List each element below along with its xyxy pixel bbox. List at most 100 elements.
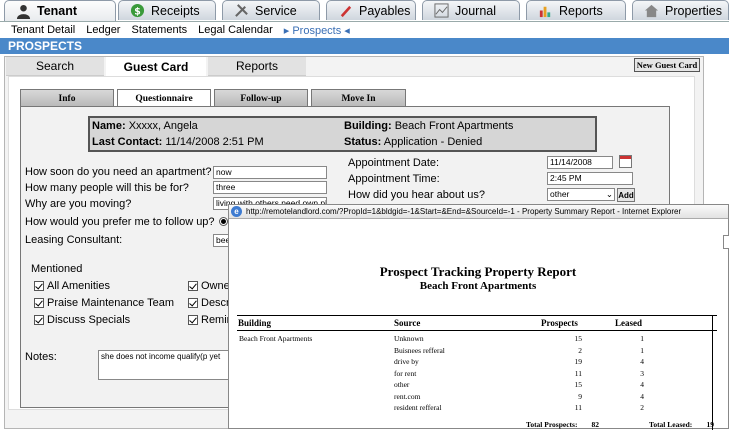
tab-reports[interactable]: Reports <box>526 0 626 20</box>
appointment-time-input[interactable]: 2:45 PM <box>547 172 633 185</box>
report-subtitle: Beach Front Apartments <box>419 280 537 292</box>
table-right-border <box>712 315 713 430</box>
name-value: Xxxxx, Angela <box>128 120 198 132</box>
row-prospects: 19 <box>574 357 583 366</box>
appointment-date-label: Appointment Date: <box>348 157 440 169</box>
tab-move-in[interactable]: Move In <box>311 89 406 107</box>
tab-tenant[interactable]: Tenant <box>4 0 116 21</box>
mentioned-discuss-specials[interactable]: Discuss Specials <box>34 314 130 326</box>
mentioned-describe[interactable]: Descr <box>188 297 230 309</box>
heard-about-select[interactable]: other ⌄ <box>547 188 615 201</box>
checkbox-checked-icon[interactable] <box>188 281 198 291</box>
row-leased: 1 <box>640 346 644 355</box>
total-prospects-value: 82 <box>591 420 600 429</box>
subnav-tenant-detail[interactable]: Tenant Detail <box>11 24 75 36</box>
answer-people-count-input[interactable]: three <box>213 181 327 194</box>
tab-payables-label: Payables <box>359 3 411 18</box>
tab-properties-label: Properties <box>665 3 722 18</box>
main-tab-bar: Tenant $ Receipts Service Payables Journ… <box>0 0 729 21</box>
checkbox-checked-icon[interactable] <box>34 315 44 325</box>
mentioned-remind-label: Remir <box>201 314 231 326</box>
row-prospects: 11 <box>574 369 582 378</box>
row-source: other <box>394 380 410 389</box>
tab-journal[interactable]: Journal <box>422 0 520 20</box>
tab-receipts-label: Receipts <box>151 3 200 18</box>
question-people-count: How many people will this be for? <box>25 182 189 194</box>
tab-service-label: Service <box>255 3 297 18</box>
tab-follow-up[interactable]: Follow-up <box>214 89 308 107</box>
tab-guest-card[interactable]: Guest Card <box>106 57 206 76</box>
mentioned-discuss-specials-label: Discuss Specials <box>47 314 131 326</box>
follow-up-radio[interactable] <box>219 217 228 226</box>
total-leased-value: 19 <box>706 420 715 429</box>
question-follow-up: How would you prefer me to follow up? <box>25 216 215 228</box>
header-rule <box>237 315 717 316</box>
house-icon <box>643 3 659 19</box>
add-source-button[interactable]: Add <box>617 188 635 202</box>
person-icon <box>15 3 31 19</box>
row-source: resident refferal <box>394 403 442 412</box>
subnav-legal-calendar[interactable]: Legal Calendar <box>198 24 273 36</box>
mentioned-owner[interactable]: Owne <box>188 280 230 292</box>
dollar-icon: $ <box>129 3 145 19</box>
new-guest-card-button[interactable]: New Guest Card <box>634 58 700 72</box>
mentioned-all-amenities-label: All Amenities <box>47 280 110 292</box>
subnav-prospects-label: Prospects <box>292 24 342 37</box>
col-header-prospects: Prospects <box>541 318 578 328</box>
mentioned-label: Mentioned <box>31 263 83 275</box>
row-source: drive by <box>394 357 419 366</box>
row-leased: 4 <box>640 357 644 366</box>
mentioned-praise-maintenance[interactable]: Praise Maintenance Team <box>34 297 174 309</box>
subnav-prospects[interactable]: ▸ Prospects ◂ <box>284 24 350 37</box>
row-leased: 3 <box>640 369 644 378</box>
tab-reports-secondary[interactable]: Reports <box>208 57 306 76</box>
col-header-source: Source <box>394 318 421 328</box>
tools-icon <box>233 3 249 19</box>
internet-explorer-icon: e <box>231 206 242 217</box>
appointment-date-input[interactable]: 11/14/2008 <box>547 156 613 169</box>
popup-title: http://remotelandlord.com/?PropId=1&bldg… <box>246 207 682 216</box>
mentioned-all-amenities[interactable]: All Amenities <box>34 280 110 292</box>
chevron-down-icon: ⌄ <box>605 189 613 199</box>
row-prospects: 15 <box>574 334 583 343</box>
checkbox-checked-icon[interactable] <box>188 315 198 325</box>
report-popup-window: e http://remotelandlord.com/?PropId=1&bld… <box>228 204 729 430</box>
col-header-leased: Leased <box>615 318 642 328</box>
report-title: Prospect Tracking Property Report <box>379 264 577 279</box>
subnav-ledger[interactable]: Ledger <box>86 24 120 36</box>
answer-move-date-input[interactable]: now <box>213 166 327 179</box>
mentioned-remind[interactable]: Remir <box>188 314 230 326</box>
row-source: Unknown <box>394 334 424 343</box>
tab-journal-label: Journal <box>455 3 496 18</box>
tab-search[interactable]: Search <box>6 57 104 76</box>
checkbox-checked-icon[interactable] <box>34 298 44 308</box>
last-contact-label: Last Contact: <box>92 136 163 148</box>
notes-textarea[interactable]: she does not income qualify(p yet <box>98 350 238 380</box>
question-moving-reason: Why are you moving? <box>25 198 132 210</box>
tab-reports-label: Reports <box>559 3 603 18</box>
tab-info[interactable]: Info <box>20 89 114 107</box>
row-source: for rent <box>394 369 417 378</box>
checkbox-checked-icon[interactable] <box>34 281 44 291</box>
tab-properties[interactable]: Properties <box>632 0 729 20</box>
tab-payables[interactable]: Payables <box>326 0 416 20</box>
question-move-date: How soon do you need an apartment? <box>25 166 212 178</box>
row-prospects: 15 <box>574 380 583 389</box>
popup-title-bar[interactable]: e http://remotelandlord.com/?PropId=1&bld… <box>229 205 728 219</box>
tab-service[interactable]: Service <box>222 0 320 20</box>
chart-icon <box>433 3 449 19</box>
checkbox-checked-icon[interactable] <box>188 298 198 308</box>
row-prospects: 9 <box>578 392 582 401</box>
building-label: Building: <box>344 120 392 132</box>
tab-receipts[interactable]: $ Receipts <box>118 0 216 20</box>
last-contact-value: 11/14/2008 2:51 PM <box>165 136 264 148</box>
total-prospects-label: Total Prospects: <box>526 420 578 429</box>
row-leased: 2 <box>640 403 644 412</box>
mentioned-describe-label: Descr <box>201 297 230 309</box>
notes-label: Notes: <box>25 351 57 363</box>
total-leased-label: Total Leased: <box>649 420 693 429</box>
sub-navigation: Tenant Detail Ledger Statements Legal Ca… <box>0 21 729 38</box>
pen-icon <box>337 3 353 19</box>
calendar-icon[interactable] <box>619 155 632 168</box>
subnav-statements[interactable]: Statements <box>131 24 187 36</box>
